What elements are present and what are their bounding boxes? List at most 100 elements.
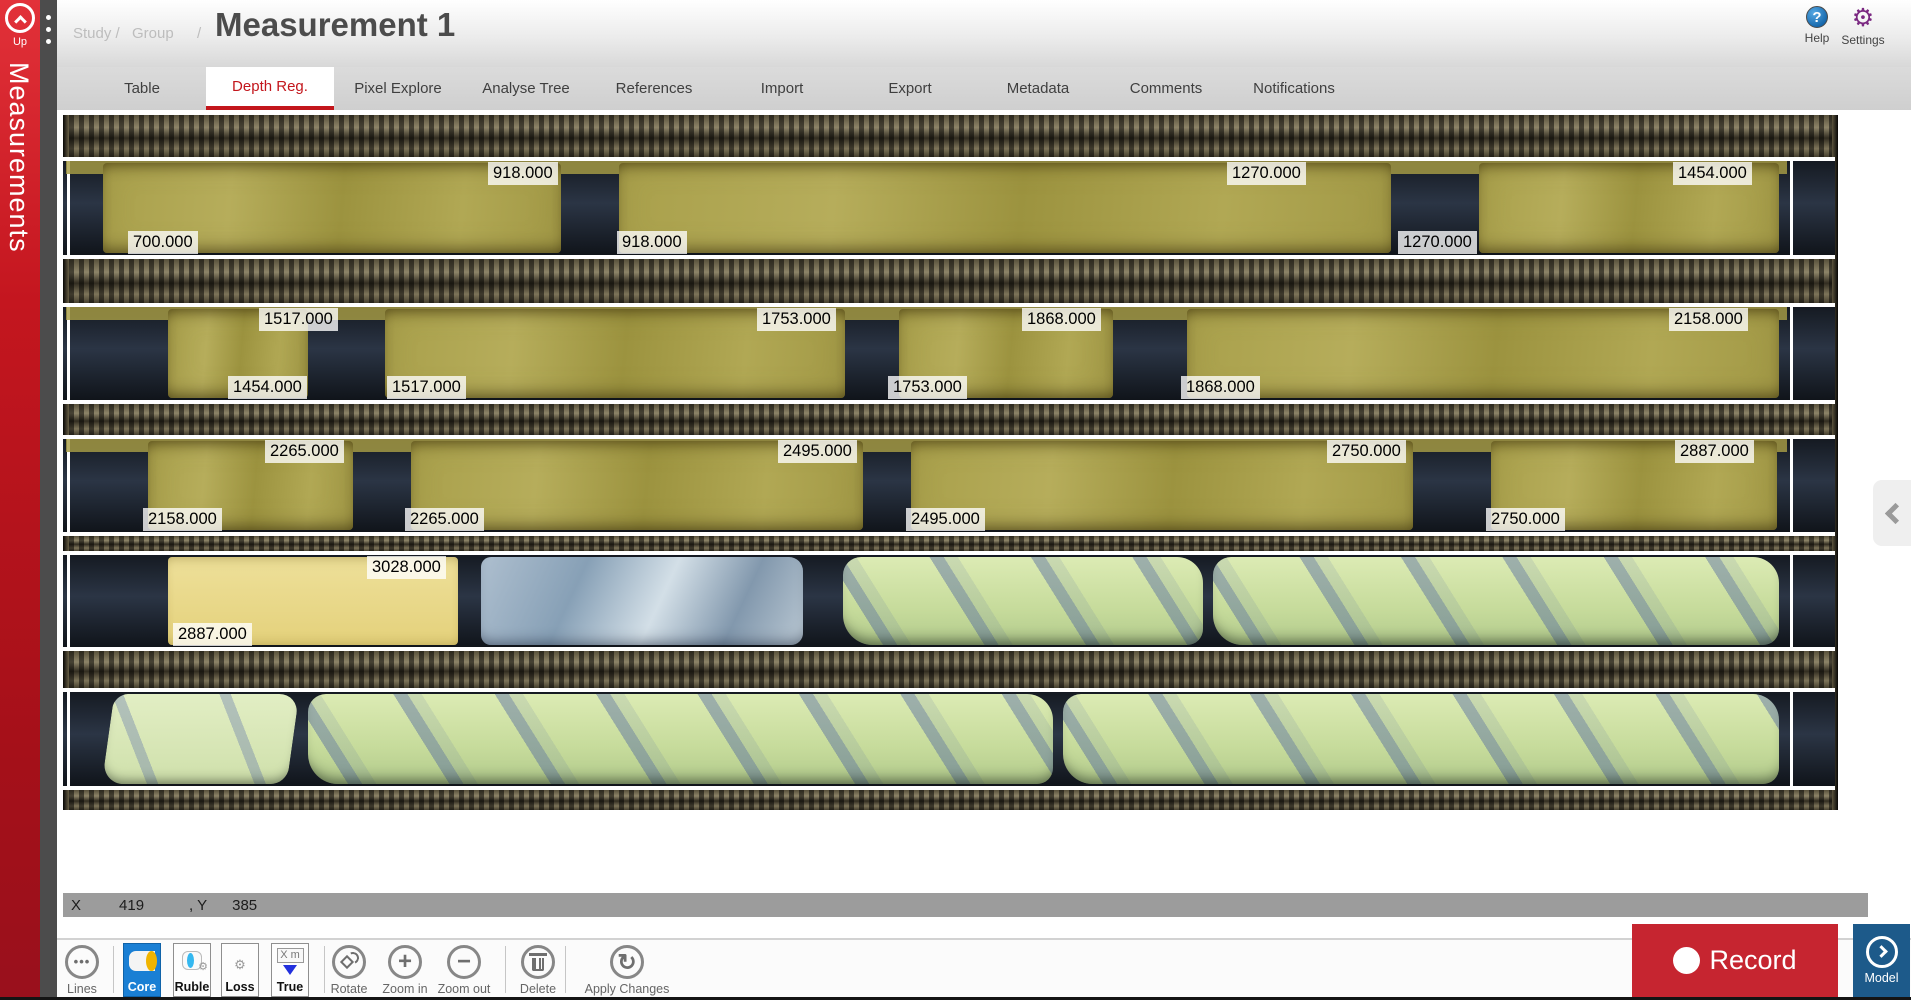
tab-depth-reg[interactable]: Depth Reg. (206, 67, 334, 110)
lines-button[interactable]: ••• Lines (47, 945, 117, 996)
status-bar: X 419 , Y 385 (63, 893, 1868, 917)
row-boundary-line (67, 439, 70, 532)
row-boundary-line (1790, 307, 1793, 400)
depth-label[interactable]: 2158.000 (1669, 308, 1748, 331)
toolbar-separator (113, 946, 114, 993)
lines-label: Lines (47, 982, 117, 996)
depth-label[interactable]: 2265.000 (265, 440, 344, 463)
depth-label[interactable]: 1868.000 (1181, 376, 1260, 399)
kebab-menu-icon[interactable] (40, 0, 57, 44)
apply-refresh-icon: ↻ (610, 945, 644, 979)
tab-analyse-tree[interactable]: Analyse Tree (462, 67, 590, 110)
header: Study / Group / Measurement 1 ? Help ⚙ S… (57, 0, 1911, 67)
ruble-cylinder-icon: ⚙ (182, 951, 202, 970)
depth-label[interactable]: 700.000 (128, 231, 198, 254)
tab-export[interactable]: Export (846, 67, 974, 110)
page-title: Measurement 1 (215, 6, 455, 44)
depth-label[interactable]: 3028.000 (367, 556, 446, 579)
core-photo-canvas[interactable]: 918.000 1270.000 1454.000 700.000 918.000 127… (63, 115, 1838, 810)
core-label: Core (124, 980, 160, 994)
breadcrumb-group[interactable]: Group (132, 25, 174, 42)
breadcrumb-study[interactable]: Study / (73, 25, 120, 42)
cursor-y-value: 385 (232, 897, 257, 914)
help-button[interactable]: ? Help (1794, 6, 1840, 45)
model-chevron-icon (1866, 936, 1898, 968)
core-row-band (63, 688, 1835, 790)
depth-label[interactable]: 1454.000 (228, 376, 307, 399)
zoom-out-button[interactable]: − Zoom out (429, 945, 499, 996)
tab-metadata[interactable]: Metadata (974, 67, 1102, 110)
depth-label[interactable]: 2265.000 (405, 508, 484, 531)
tray-divider (69, 259, 1832, 303)
tray-divider (69, 651, 1832, 688)
core-segment (1063, 694, 1779, 784)
loss-label: Loss (222, 980, 258, 994)
tab-import[interactable]: Import (718, 67, 846, 110)
settings-button[interactable]: ⚙ Settings (1840, 6, 1886, 47)
depth-label[interactable]: 1868.000 (1022, 308, 1101, 331)
depth-label[interactable]: 2887.000 (173, 623, 252, 646)
tray-divider (69, 404, 1832, 435)
row-boundary-line (1790, 555, 1793, 647)
kebab-strip (40, 0, 57, 1000)
tab-notifications[interactable]: Notifications (1230, 67, 1358, 110)
record-button[interactable]: Record (1632, 924, 1838, 997)
depth-label[interactable]: 918.000 (488, 162, 558, 185)
core-segment (1213, 557, 1779, 645)
ruble-toggle-button[interactable]: ⚙ Ruble (173, 943, 211, 997)
collapse-panel-button[interactable] (1873, 480, 1911, 546)
model-button[interactable]: Model (1853, 924, 1910, 997)
depth-label[interactable]: 1454.000 (1673, 162, 1752, 185)
depth-label[interactable]: 2158.000 (143, 508, 222, 531)
cursor-y-label: , Y (189, 897, 207, 914)
depth-label[interactable]: 2887.000 (1675, 440, 1754, 463)
tab-pixel-explore[interactable]: Pixel Explore (334, 67, 462, 110)
row-boundary-line (1790, 439, 1793, 532)
up-button[interactable]: Up (2, 3, 38, 48)
loss-toggle-button[interactable]: ⚙ Loss (221, 943, 259, 997)
zoom-in-icon: + (388, 945, 422, 979)
model-label: Model (1864, 971, 1898, 985)
up-chevron-icon (5, 3, 35, 33)
help-icon: ? (1806, 6, 1828, 28)
cursor-x-value: 419 (119, 897, 144, 914)
depth-label[interactable]: 1753.000 (888, 376, 967, 399)
rotate-icon (332, 945, 366, 979)
true-toggle-button[interactable]: X m True (271, 943, 309, 997)
zoom-out-label: Zoom out (429, 982, 499, 996)
depth-label[interactable]: 1517.000 (387, 376, 466, 399)
record-dot-icon (1673, 947, 1700, 974)
sidebar-title: Measurements (3, 62, 34, 253)
depth-label[interactable]: 1270.000 (1227, 162, 1306, 185)
true-arrow-icon (283, 965, 297, 975)
core-toggle-button[interactable]: Core (123, 943, 161, 997)
tab-table[interactable]: Table (78, 67, 206, 110)
apply-changes-label: Apply Changes (577, 982, 677, 996)
depth-label[interactable]: 2750.000 (1486, 508, 1565, 531)
depth-label[interactable]: 1270.000 (1398, 231, 1477, 254)
delete-button[interactable]: Delete (503, 945, 573, 996)
tab-references[interactable]: References (590, 67, 718, 110)
lines-icon: ••• (65, 945, 99, 979)
tab-comments[interactable]: Comments (1102, 67, 1230, 110)
gear-icon: ⚙ (198, 960, 208, 973)
core-segment (308, 694, 1053, 784)
apply-changes-button[interactable]: ↻ Apply Changes (577, 945, 677, 996)
depth-label[interactable]: 1753.000 (757, 308, 836, 331)
record-label: Record (1709, 945, 1796, 976)
cursor-x-label: X (71, 897, 81, 914)
tray-divider (69, 536, 1832, 551)
zoom-out-icon: − (447, 945, 481, 979)
core-cylinder-icon (129, 951, 155, 971)
delete-label: Delete (503, 982, 573, 996)
depth-label[interactable]: 2495.000 (906, 508, 985, 531)
core-segment (481, 557, 803, 645)
depth-label[interactable]: 2495.000 (778, 440, 857, 463)
row-boundary-line (67, 307, 70, 400)
row-boundary-line (1790, 692, 1793, 786)
depth-label[interactable]: 2750.000 (1327, 440, 1406, 463)
depth-label[interactable]: 1517.000 (259, 308, 338, 331)
depth-label[interactable]: 918.000 (617, 231, 687, 254)
tray-divider (69, 115, 1832, 157)
row-boundary-line (67, 692, 70, 786)
